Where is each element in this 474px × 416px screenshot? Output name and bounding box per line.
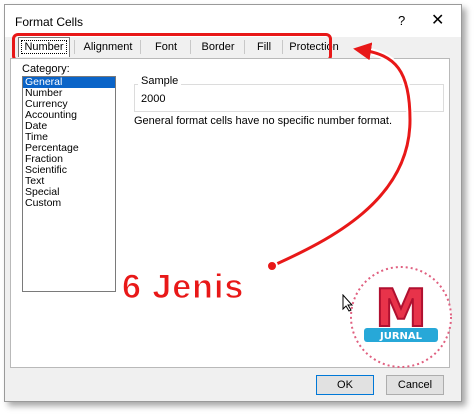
logo-ribbon-text: JURNAL [379, 331, 423, 342]
jurnal-logo: M JURNAL [350, 266, 452, 368]
mouse-cursor-icon [342, 294, 354, 312]
annotation-label: 6 Jenis [121, 268, 245, 307]
